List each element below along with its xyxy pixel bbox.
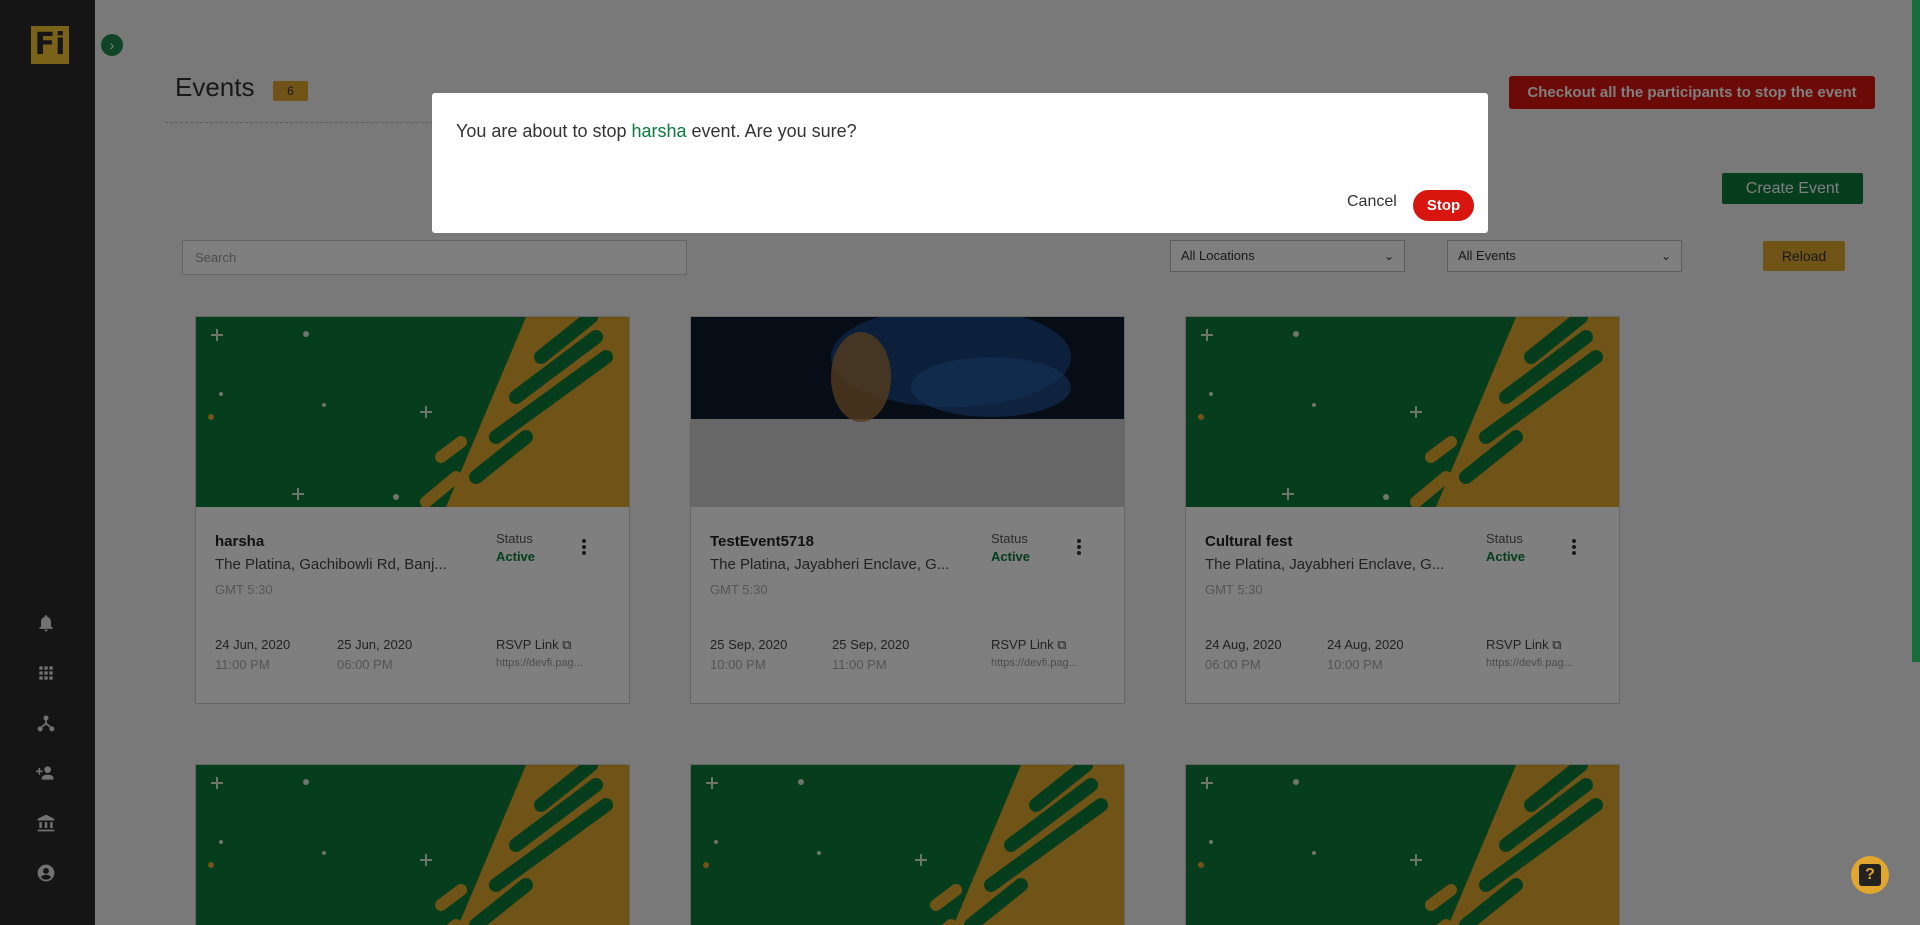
help-icon: ? xyxy=(1859,864,1881,886)
stop-button[interactable]: Stop xyxy=(1413,190,1474,221)
cancel-button[interactable]: Cancel xyxy=(1347,193,1397,211)
dialog-message-prefix: You are about to stop xyxy=(456,121,632,141)
dialog-event-name: harsha xyxy=(631,121,687,141)
dialog-message-suffix: event. Are you sure? xyxy=(686,121,857,141)
stop-event-dialog: You are about to stop harsha event. Are … xyxy=(432,93,1488,233)
page-scrollbar[interactable] xyxy=(1912,0,1920,662)
dialog-message: You are about to stop harsha event. Are … xyxy=(456,121,857,142)
help-button[interactable]: ? xyxy=(1851,856,1889,894)
